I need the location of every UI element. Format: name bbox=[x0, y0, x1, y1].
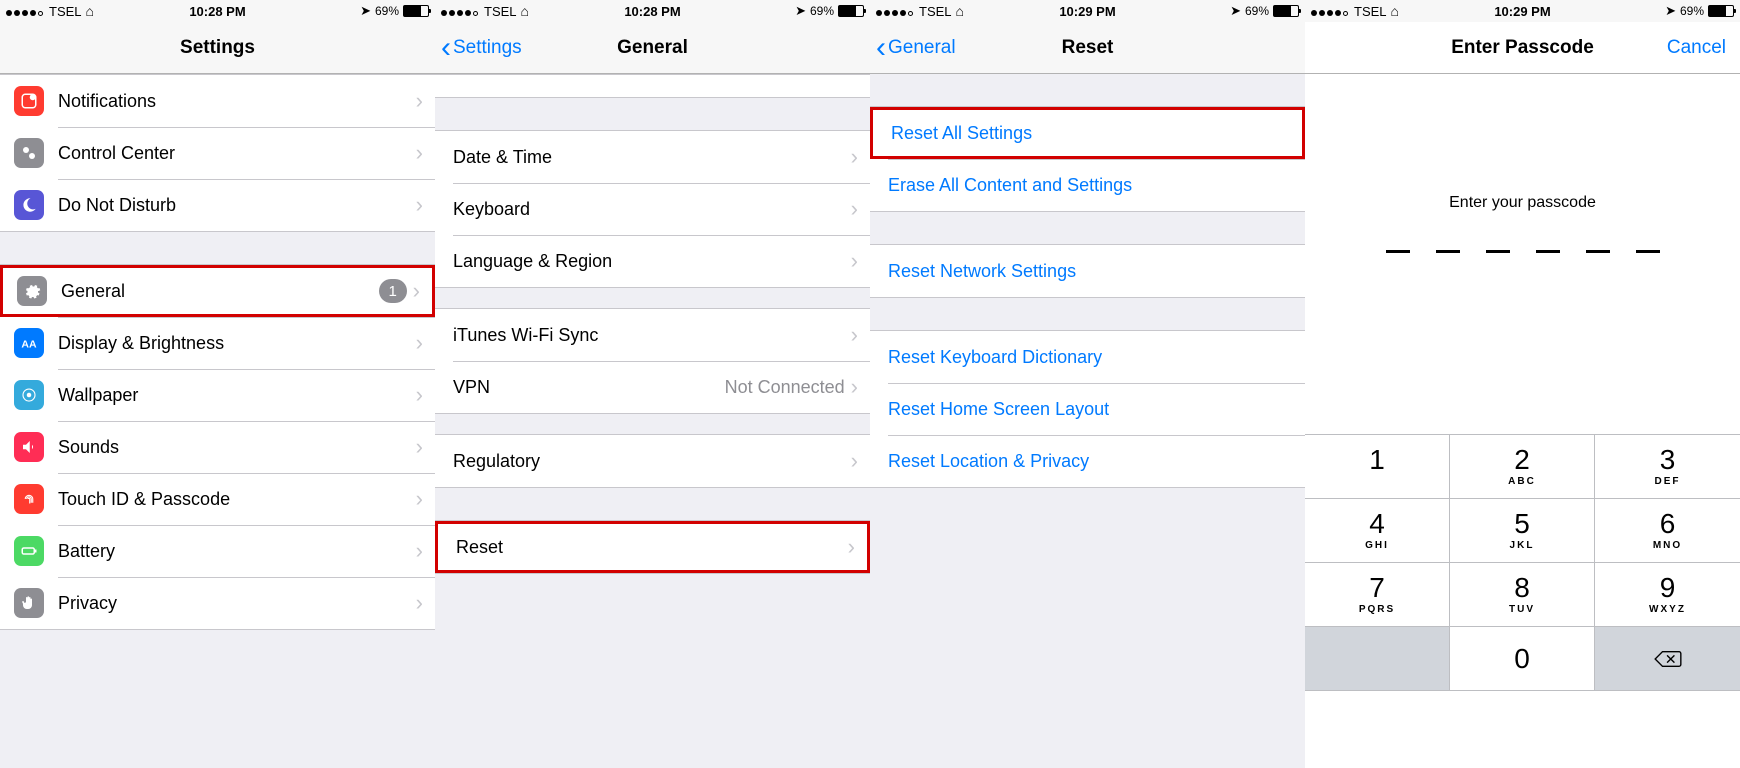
backspace-key[interactable] bbox=[1595, 627, 1740, 691]
sounds-icon bbox=[14, 432, 44, 462]
row-reset-all-settings[interactable]: Reset All Settings bbox=[870, 107, 1305, 159]
screen-general: TSEL⌂ 10:28 PM ➤69% ‹Settings General Da… bbox=[435, 0, 870, 768]
page-title: General bbox=[617, 37, 688, 59]
chevron-right-icon: › bbox=[416, 590, 423, 616]
hand-icon bbox=[14, 588, 44, 618]
numeric-keypad: 1 2ABC3DEF 4GHI5JKL6MNO 7PQRS8TUV9WXYZ0 bbox=[1305, 434, 1740, 691]
chevron-right-icon: › bbox=[851, 248, 858, 274]
chevron-right-icon: › bbox=[851, 322, 858, 348]
settings-row-notifications[interactable]: Notifications› bbox=[0, 75, 435, 127]
row-erase-all-content-and-settings[interactable]: Erase All Content and Settings bbox=[870, 159, 1305, 211]
battery-icon bbox=[403, 5, 429, 17]
key-8[interactable]: 8TUV bbox=[1450, 563, 1595, 627]
back-button[interactable]: ‹General bbox=[876, 33, 956, 63]
settings-row-touch-id-passcode[interactable]: Touch ID & Passcode› bbox=[0, 473, 435, 525]
key-7[interactable]: 7PQRS bbox=[1305, 563, 1450, 627]
key-9[interactable]: 9WXYZ bbox=[1595, 563, 1740, 627]
svg-text:AA: AA bbox=[21, 339, 37, 351]
chevron-right-icon: › bbox=[851, 448, 858, 474]
settings-row-privacy[interactable]: Privacy› bbox=[0, 577, 435, 629]
chevron-right-icon: › bbox=[416, 538, 423, 564]
cancel-button[interactable]: Cancel bbox=[1667, 37, 1726, 59]
key-blank bbox=[1305, 627, 1450, 691]
settings-row-wallpaper[interactable]: Wallpaper› bbox=[0, 369, 435, 421]
key-4[interactable]: 4GHI bbox=[1305, 499, 1450, 563]
badge: 1 bbox=[379, 279, 407, 303]
wallpaper-icon bbox=[14, 380, 44, 410]
row-reset-network-settings[interactable]: Reset Network Settings bbox=[870, 245, 1305, 297]
chevron-left-icon: ‹ bbox=[876, 33, 886, 63]
gear-icon bbox=[17, 276, 47, 306]
settings-row-do-not-disturb[interactable]: Do Not Disturb› bbox=[0, 179, 435, 231]
row-language-region[interactable]: Language & Region› bbox=[435, 235, 870, 287]
page-title: Enter Passcode bbox=[1451, 37, 1594, 59]
control-icon bbox=[14, 138, 44, 168]
clock: 10:28 PM bbox=[0, 4, 435, 19]
passcode-prompt: Enter your passcode bbox=[1305, 194, 1740, 212]
settings-row-general[interactable]: General1› bbox=[0, 265, 435, 317]
key-1[interactable]: 1 bbox=[1305, 435, 1450, 499]
battery-icon bbox=[14, 536, 44, 566]
notify-icon bbox=[14, 86, 44, 116]
key-6[interactable]: 6MNO bbox=[1595, 499, 1740, 563]
row-reset[interactable]: Reset› bbox=[435, 521, 870, 573]
chevron-right-icon: › bbox=[416, 330, 423, 356]
settings-row-sounds[interactable]: Sounds› bbox=[0, 421, 435, 473]
key-3[interactable]: 3DEF bbox=[1595, 435, 1740, 499]
page-title: Settings bbox=[180, 37, 255, 59]
screen-passcode: TSEL⌂ 10:29 PM ➤69% Enter Passcode Cance… bbox=[1305, 0, 1740, 768]
key-2[interactable]: 2ABC bbox=[1450, 435, 1595, 499]
chevron-right-icon: › bbox=[416, 88, 423, 114]
chevron-right-icon: › bbox=[416, 382, 423, 408]
status-bar: TSEL⌂ 10:28 PM ➤69% bbox=[435, 0, 870, 22]
chevron-right-icon: › bbox=[416, 434, 423, 460]
status-bar: TSEL⌂ 10:28 PM ➤69% bbox=[0, 0, 435, 22]
chevron-left-icon: ‹ bbox=[441, 33, 451, 63]
chevron-right-icon: › bbox=[851, 144, 858, 170]
screen-reset: TSEL⌂ 10:29 PM ➤69% ‹General Reset Reset… bbox=[870, 0, 1305, 768]
row-reset-home-screen-layout[interactable]: Reset Home Screen Layout bbox=[870, 383, 1305, 435]
row-vpn[interactable]: VPNNot Connected› bbox=[435, 361, 870, 413]
row-itunes-wi-fi-sync[interactable]: iTunes Wi-Fi Sync› bbox=[435, 309, 870, 361]
chevron-right-icon: › bbox=[851, 374, 858, 400]
chevron-right-icon: › bbox=[848, 534, 855, 560]
row-regulatory[interactable]: Regulatory› bbox=[435, 435, 870, 487]
chevron-right-icon: › bbox=[416, 140, 423, 166]
key-5[interactable]: 5JKL bbox=[1450, 499, 1595, 563]
key-0[interactable]: 0 bbox=[1450, 627, 1595, 691]
chevron-right-icon: › bbox=[416, 192, 423, 218]
touchid-icon bbox=[14, 484, 44, 514]
settings-row-battery[interactable]: Battery› bbox=[0, 525, 435, 577]
moon-icon bbox=[14, 190, 44, 220]
chevron-right-icon: › bbox=[851, 196, 858, 222]
passcode-field bbox=[1305, 250, 1740, 253]
chevron-right-icon: › bbox=[413, 278, 420, 304]
back-button[interactable]: ‹Settings bbox=[441, 33, 522, 63]
row-reset-location-privacy[interactable]: Reset Location & Privacy bbox=[870, 435, 1305, 487]
page-title: Reset bbox=[1062, 37, 1114, 59]
row-reset-keyboard-dictionary[interactable]: Reset Keyboard Dictionary bbox=[870, 331, 1305, 383]
status-bar: TSEL⌂ 10:29 PM ➤69% bbox=[1305, 0, 1740, 22]
nav-bar: Settings bbox=[0, 22, 435, 74]
display-icon: AA bbox=[14, 328, 44, 358]
settings-row-display-brightness[interactable]: AADisplay & Brightness› bbox=[0, 317, 435, 369]
row-keyboard[interactable]: Keyboard› bbox=[435, 183, 870, 235]
chevron-right-icon: › bbox=[416, 486, 423, 512]
settings-row-control-center[interactable]: Control Center› bbox=[0, 127, 435, 179]
row-date-time[interactable]: Date & Time› bbox=[435, 131, 870, 183]
screen-settings: TSEL⌂ 10:28 PM ➤69% Settings Notificatio… bbox=[0, 0, 435, 768]
status-bar: TSEL⌂ 10:29 PM ➤69% bbox=[870, 0, 1305, 22]
